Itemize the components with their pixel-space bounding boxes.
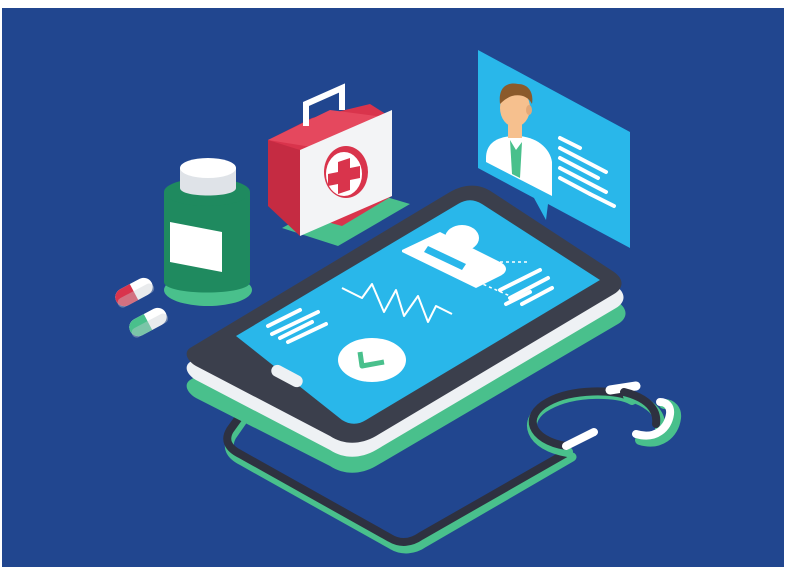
illustration-svg	[0, 0, 786, 569]
clock-icon	[338, 338, 406, 382]
telemedicine-illustration	[0, 0, 786, 569]
